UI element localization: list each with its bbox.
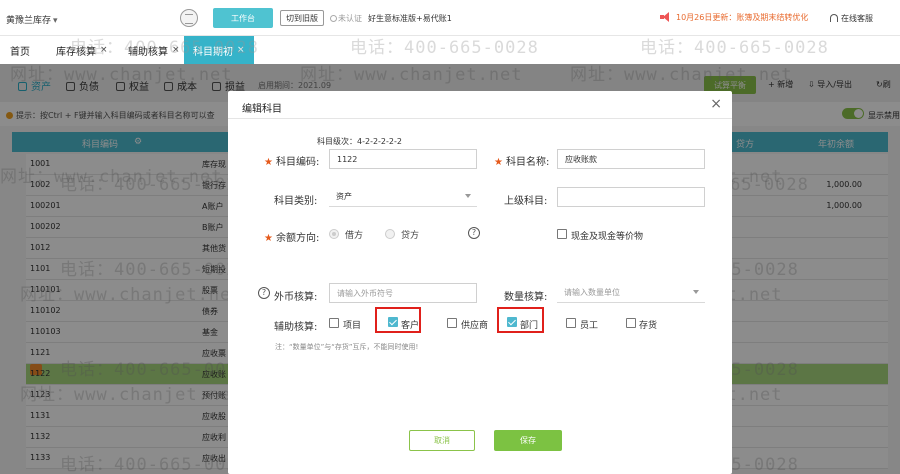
cancel-button[interactable]: 取消	[409, 430, 475, 451]
highlight-box-customer	[375, 307, 421, 333]
cash-equivalent-label: 现金及现金等价物	[571, 232, 644, 242]
company-switcher[interactable]: 黄豫兰库存 ▾	[6, 13, 58, 26]
category-label: 科目类别:	[274, 196, 318, 207]
required-icon: ★	[494, 157, 503, 168]
exclusivity-note: 注：“数量单位”与“存货”互斥，不能同时使用!	[275, 343, 419, 351]
credit-radio[interactable]	[385, 229, 395, 239]
aux-supplier-checkbox[interactable]	[447, 318, 457, 328]
aux-employee-label: 员工	[580, 321, 599, 331]
workbench-button[interactable]: 工作台	[213, 8, 273, 28]
update-notice[interactable]: 10月26日更新：账簿及期末结转优化	[660, 12, 808, 23]
certification-status[interactable]: 未认证	[330, 13, 362, 24]
edition-label: 好生意标准版+易代账1	[368, 14, 452, 23]
speaker-icon	[660, 12, 672, 22]
required-icon: ★	[264, 157, 273, 168]
chevron-down-icon	[693, 290, 699, 294]
question-icon[interactable]: ?	[258, 287, 270, 299]
headset-icon	[830, 14, 838, 22]
aux-supplier-label: 供应商	[461, 321, 489, 331]
edit-account-dialog: 编辑科目 × 科目级次：4-2-2-2-2-2 ★ 科目编码: 1122 ★ 科目名…	[228, 91, 732, 474]
credit-label: 贷方	[401, 231, 420, 241]
close-icon[interactable]: ×	[237, 45, 245, 55]
account-level-hint: 科目级次：4-2-2-2-2-2	[317, 137, 402, 146]
highlight-box-department	[497, 307, 544, 333]
close-icon[interactable]: ×	[100, 45, 108, 55]
name-label: ★ 科目名称:	[494, 157, 550, 168]
tab-aux-accounting[interactable]: 辅助核算 ×	[128, 36, 180, 64]
quantity-label: 数量核算:	[504, 292, 548, 303]
tab-bar: 首页 库存核算 × 辅助核算 × 科目期初 ×	[0, 36, 900, 64]
shield-icon	[330, 15, 337, 22]
aux-inventory-checkbox[interactable]	[626, 318, 636, 328]
aux-project-label: 项目	[343, 321, 362, 331]
online-service[interactable]: 在线客服	[830, 13, 873, 24]
menu-icon[interactable]	[180, 9, 198, 27]
code-label: ★ 科目编码:	[264, 157, 320, 168]
cash-equivalent-checkbox[interactable]	[557, 229, 567, 239]
account-name-input[interactable]: 应收账款	[557, 149, 705, 169]
aux-accounting-label: 辅助核算:	[274, 322, 318, 333]
chevron-down-icon	[465, 194, 471, 198]
close-icon[interactable]: ×	[172, 45, 180, 55]
switch-old-version-button[interactable]: 切到旧版	[280, 10, 324, 26]
parent-label: 上级科目:	[504, 196, 548, 207]
parent-account-input[interactable]	[557, 187, 705, 207]
tab-opening-balance[interactable]: 科目期初 ×	[184, 36, 254, 64]
debit-label: 借方	[345, 231, 364, 241]
forex-symbol-input[interactable]: 请输入外币符号	[329, 283, 477, 303]
aux-inventory-label: 存货	[639, 321, 658, 331]
tab-home[interactable]: 首页	[10, 36, 30, 64]
top-bar: 黄豫兰库存 ▾ 工作台 切到旧版 未认证 好生意标准版+易代账1 10月26日更新…	[0, 0, 900, 36]
dialog-title: 编辑科目	[242, 104, 282, 115]
debit-radio[interactable]	[329, 229, 339, 239]
aux-employee-checkbox[interactable]	[566, 318, 576, 328]
forex-label: 外币核算:	[274, 292, 318, 303]
required-icon: ★	[264, 233, 273, 244]
account-category-select[interactable]: 资产	[329, 187, 477, 207]
tab-inventory-accounting[interactable]: 库存核算 ×	[56, 36, 108, 64]
balance-direction-label: ★ 余额方向:	[264, 233, 320, 244]
dialog-divider	[228, 118, 732, 119]
quantity-unit-select[interactable]: 请输入数量单位	[557, 283, 705, 303]
aux-project-checkbox[interactable]	[329, 318, 339, 328]
account-code-input[interactable]: 1122	[329, 149, 477, 169]
close-icon[interactable]: ×	[710, 96, 722, 112]
save-button[interactable]: 保存	[494, 430, 562, 451]
question-icon[interactable]: ?	[468, 227, 480, 239]
